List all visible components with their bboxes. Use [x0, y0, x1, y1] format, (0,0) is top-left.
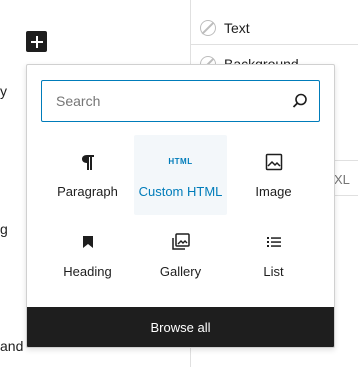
panel-divider: [190, 44, 358, 45]
block-inserter-toggle[interactable]: [26, 31, 47, 52]
heading-icon: [82, 232, 94, 252]
editor-text-fragment: and: [0, 338, 24, 354]
editor-text-fragment: g: [0, 221, 8, 237]
text-color-label: Text: [224, 20, 250, 36]
gallery-icon: [171, 232, 190, 252]
no-color-icon: [200, 20, 216, 36]
block-custom-html[interactable]: HTML Custom HTML: [134, 135, 227, 215]
html-icon: HTML: [168, 157, 193, 166]
block-paragraph[interactable]: Paragraph: [41, 135, 134, 215]
text-color-option[interactable]: Text: [200, 20, 250, 36]
editor-text-fragment: y: [0, 83, 7, 99]
browse-all-button[interactable]: Browse all: [27, 307, 334, 347]
block-search-input[interactable]: [54, 92, 291, 110]
list-icon: [266, 232, 282, 252]
block-heading[interactable]: Heading: [41, 215, 134, 295]
block-inserter-popover: Paragraph HTML Custom HTML Image: [26, 64, 335, 348]
block-image[interactable]: Image: [227, 135, 320, 215]
block-label: List: [263, 263, 284, 279]
block-label: Gallery: [159, 263, 202, 279]
block-search[interactable]: [41, 80, 320, 122]
block-list[interactable]: List: [227, 215, 320, 295]
block-gallery[interactable]: Gallery: [134, 215, 227, 295]
block-label: Paragraph: [57, 183, 118, 199]
image-icon: [265, 152, 283, 172]
font-size-xl[interactable]: XL: [334, 172, 350, 187]
block-label: Custom HTML: [138, 183, 223, 199]
block-label: Image: [255, 183, 292, 199]
plus-icon: [30, 35, 43, 48]
block-label: Heading: [63, 263, 112, 279]
block-grid: Paragraph HTML Custom HTML Image Heading…: [41, 135, 320, 295]
paragraph-icon: [81, 152, 95, 172]
search-icon[interactable]: [291, 92, 309, 110]
